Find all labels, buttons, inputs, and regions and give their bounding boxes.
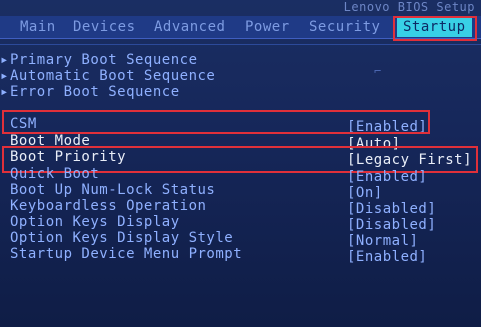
tab-security[interactable]: Security	[309, 18, 380, 36]
submenu-label: Primary Boot Sequence	[10, 52, 198, 68]
tab-devices[interactable]: Devices	[73, 18, 136, 36]
submenu-bullet-icon: ▸	[0, 68, 9, 84]
brand-title: Lenovo BIOS Setup	[343, 0, 475, 14]
submenu-primary-boot-sequence[interactable]: Primary Boot Sequence	[10, 52, 198, 68]
setting-quick-boot[interactable]: Quick Boot	[10, 166, 99, 182]
bios-screen: Lenovo BIOS Setup Main Devices Advanced …	[0, 0, 481, 327]
value-keyboardless-operation[interactable]: [Disabled]	[347, 201, 436, 217]
setting-option-keys-display[interactable]: Option Keys Display	[10, 214, 180, 230]
tab-advanced[interactable]: Advanced	[154, 18, 225, 36]
setting-label: Quick Boot	[10, 166, 100, 182]
setting-label: Startup Device Menu Prompt	[10, 246, 243, 262]
value-option-keys-display[interactable]: [Disabled]	[347, 217, 436, 233]
setting-label: Option Keys Display	[10, 214, 180, 230]
setting-option-keys-display-style[interactable]: Option Keys Display Style	[10, 230, 233, 246]
submenu-error-boot-sequence[interactable]: Error Boot Sequence	[10, 84, 180, 100]
submenu-bullet-icon: ▸	[0, 84, 9, 100]
value-num-lock[interactable]: [On]	[347, 185, 383, 201]
setting-keyboardless-operation[interactable]: Keyboardless Operation	[10, 198, 206, 214]
submenu-bullet-icon: ▸	[0, 52, 9, 68]
value-option-keys-display-style[interactable]: [Normal]	[347, 233, 418, 249]
tab-main[interactable]: Main	[20, 18, 56, 36]
startup-tab-highlight	[393, 16, 477, 41]
setting-label: Boot Up Num-Lock Status	[10, 182, 216, 198]
tab-power[interactable]: Power	[245, 18, 290, 36]
value-startup-device-menu-prompt[interactable]: [Enabled]	[347, 249, 427, 265]
value-quick-boot[interactable]: [Enabled]	[347, 169, 427, 185]
reflection-glyph-icon: ⌐	[374, 64, 382, 78]
setting-startup-device-menu-prompt[interactable]: Startup Device Menu Prompt	[10, 246, 242, 262]
setting-num-lock[interactable]: Boot Up Num-Lock Status	[10, 182, 215, 198]
submenu-label: Error Boot Sequence	[10, 84, 180, 100]
submenu-automatic-boot-sequence[interactable]: Automatic Boot Sequence	[10, 68, 215, 84]
submenu-label: Automatic Boot Sequence	[10, 68, 216, 84]
setting-label: Keyboardless Operation	[10, 198, 207, 214]
setting-label: Option Keys Display Style	[10, 230, 234, 246]
divider	[0, 44, 481, 45]
csm-highlight	[2, 110, 430, 134]
